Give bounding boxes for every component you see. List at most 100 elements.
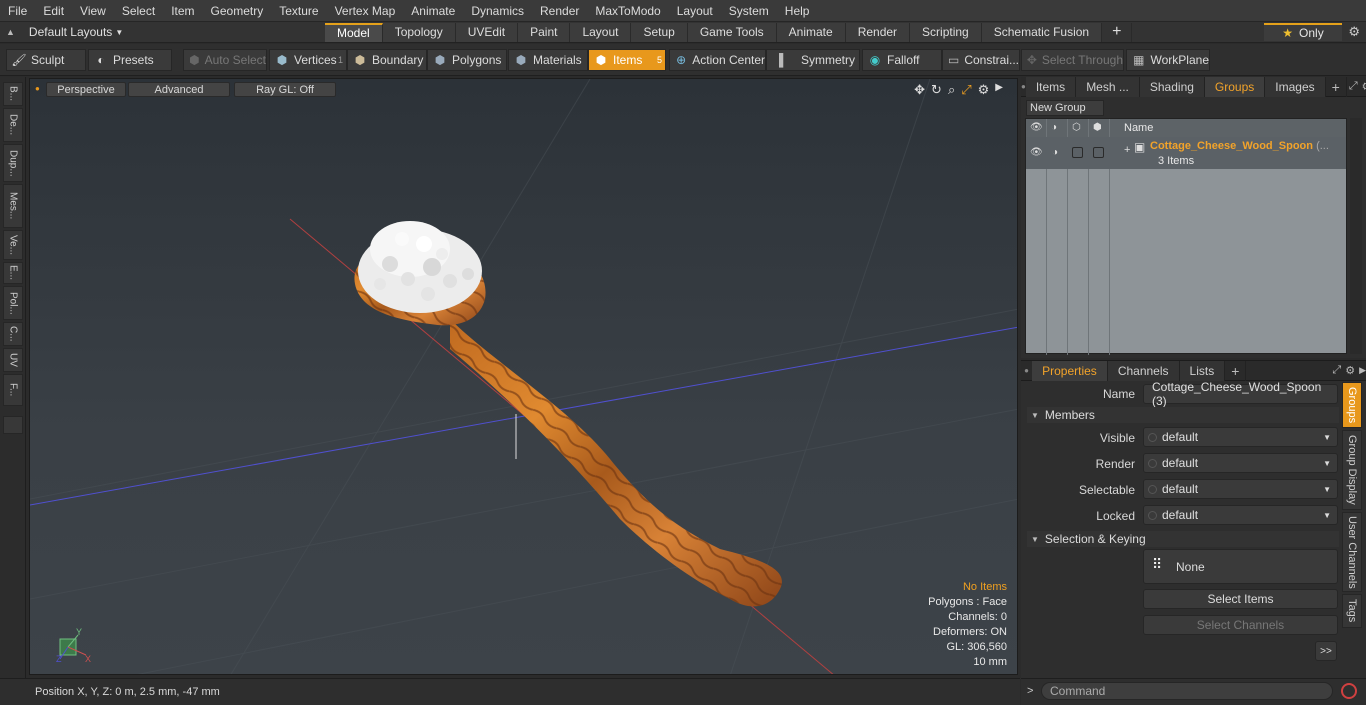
menu-item[interactable]: Item xyxy=(163,4,202,18)
items-button[interactable]: ⬢ Items 5 xyxy=(588,49,666,71)
move-view-icon[interactable]: ✥ xyxy=(914,82,925,98)
tab-properties[interactable]: Properties xyxy=(1032,360,1108,381)
tab-setup[interactable]: Setup xyxy=(631,22,688,42)
tab-scripting[interactable]: Scripting xyxy=(910,22,982,42)
select-items-button[interactable]: Select Items xyxy=(1143,589,1338,609)
menu-texture[interactable]: Texture xyxy=(271,4,326,18)
presets-button[interactable]: ◐ Presets xyxy=(88,49,172,71)
left-tab-polygon[interactable]: Pol... xyxy=(3,286,23,320)
tab-images[interactable]: Images xyxy=(1265,76,1326,97)
add-tab-icon[interactable]: + xyxy=(1102,22,1133,42)
panel-gear-icon[interactable]: ⚙ xyxy=(1345,364,1355,377)
left-tab-vertex[interactable]: Ve... xyxy=(3,230,23,260)
panel-dot-icon[interactable]: ● xyxy=(1021,366,1032,375)
menu-geometry[interactable]: Geometry xyxy=(203,4,272,18)
row-eye-icon[interactable]: 👁 xyxy=(1030,147,1043,158)
tab-items[interactable]: Items xyxy=(1025,76,1077,97)
menu-select[interactable]: Select xyxy=(114,4,163,18)
left-tab-mesh[interactable]: Mes... xyxy=(3,184,23,228)
tab-groups[interactable]: Groups xyxy=(1204,76,1266,97)
only-button[interactable]: ★ Only xyxy=(1264,23,1342,41)
tab-model[interactable]: Model xyxy=(325,22,383,42)
tab-uvedit[interactable]: UVEdit xyxy=(455,22,519,42)
rotate-view-icon[interactable]: ↻ xyxy=(931,82,942,98)
collapse-up-icon[interactable]: ▲ xyxy=(6,27,15,37)
side-tab-user-channels[interactable]: User Channels xyxy=(1342,512,1362,592)
locked-dropdown[interactable]: default ▼ xyxy=(1143,505,1338,525)
tab-paint[interactable]: Paint xyxy=(518,22,571,42)
tab-game-tools[interactable]: Game Tools xyxy=(687,22,777,42)
none-selection-button[interactable]: ⠿ None xyxy=(1143,549,1338,584)
zoom-view-icon[interactable]: ⌕ xyxy=(948,82,955,98)
layout-selector[interactable]: ▲ Default Layouts ▼ xyxy=(0,25,325,39)
more-button[interactable]: >> xyxy=(1315,641,1337,661)
3d-viewport[interactable]: Y X Z ● Perspective Advanced Ray GL: Off… xyxy=(29,78,1018,675)
row-render-icon[interactable]: ◑ xyxy=(1052,147,1058,158)
visibility-eye-icon[interactable]: 👁 xyxy=(1030,122,1043,133)
raygl-button[interactable]: Ray GL: Off xyxy=(234,82,336,97)
tab-channels[interactable]: Channels xyxy=(1107,360,1180,381)
falloff-button[interactable]: ◉ Falloff xyxy=(862,49,942,71)
new-group-button[interactable]: New Group xyxy=(1026,100,1104,116)
auto-select-button[interactable]: ⬢ Auto Select xyxy=(183,49,267,71)
materials-button[interactable]: ⬢ Materials xyxy=(508,49,588,71)
vertices-button[interactable]: ⬢ Vertices 1 xyxy=(269,49,347,71)
menu-layout[interactable]: Layout xyxy=(669,4,721,18)
render-icon[interactable]: ◑ xyxy=(1051,122,1057,133)
action-center-button[interactable]: ⊕ Action Center xyxy=(669,49,766,71)
name-field[interactable]: Cottage_Cheese_Wood_Spoon (3) xyxy=(1143,380,1338,408)
panel-expand-icon[interactable]: ⤢ xyxy=(1332,364,1341,377)
tab-render[interactable]: Render xyxy=(845,22,911,42)
sculpt-button[interactable]: 🖌 Sculpt xyxy=(6,49,86,71)
tab-shading[interactable]: Shading xyxy=(1139,76,1205,97)
viewport-gear-icon[interactable]: ⚙ xyxy=(978,82,990,98)
menu-dynamics[interactable]: Dynamics xyxy=(463,4,532,18)
left-tab-duplicate[interactable]: Dup... xyxy=(3,144,23,182)
side-tab-group-display[interactable]: Group Display xyxy=(1342,430,1362,510)
fit-view-icon[interactable]: ⤢ xyxy=(961,82,971,98)
viewport-dot-icon[interactable]: ● xyxy=(35,84,40,93)
side-tab-tags[interactable]: Tags xyxy=(1342,594,1362,628)
left-tab-uv[interactable]: UV xyxy=(3,348,23,372)
menu-animate[interactable]: Animate xyxy=(403,4,463,18)
tab-lists[interactable]: Lists xyxy=(1179,360,1226,381)
panel-gear-icon[interactable]: ⚙ xyxy=(1362,80,1366,93)
list-scrollbar[interactable] xyxy=(1350,118,1362,354)
command-input[interactable]: Command xyxy=(1041,682,1333,700)
select-icon[interactable]: ⬢ xyxy=(1093,122,1102,133)
left-tab-fusion[interactable]: F... xyxy=(3,374,23,406)
record-icon[interactable] xyxy=(1341,683,1357,699)
view-mode-button[interactable]: Perspective xyxy=(46,82,126,97)
tab-schematic-fusion[interactable]: Schematic Fusion xyxy=(981,22,1103,42)
panel-arrow-icon[interactable]: ▶ xyxy=(1359,365,1366,376)
add-tab-icon[interactable]: + xyxy=(1326,76,1347,97)
render-dropdown[interactable]: default ▼ xyxy=(1143,453,1338,473)
viewport-menu-arrow-icon[interactable]: ▶ xyxy=(995,82,1003,98)
symmetry-button[interactable]: ▐ Symmetry xyxy=(766,49,860,71)
gear-icon[interactable]: ⚙ xyxy=(1348,24,1360,40)
expand-plus-icon[interactable]: + xyxy=(1124,144,1130,156)
group-row[interactable]: 👁 ◑ + ▣ Cottage_Cheese_Wood_Spoon (... 3… xyxy=(1026,137,1346,169)
left-tab-deform[interactable]: De... xyxy=(3,108,23,142)
row-select-checkbox[interactable] xyxy=(1093,147,1104,158)
panel-expand-icon[interactable]: ⤢ xyxy=(1349,80,1358,93)
menu-maxtomodo[interactable]: MaxToModo xyxy=(587,4,668,18)
tab-mesh[interactable]: Mesh ... xyxy=(1076,76,1140,97)
boundary-button[interactable]: ⬢ Boundary xyxy=(347,49,427,71)
tab-layout[interactable]: Layout xyxy=(570,22,632,42)
shading-mode-button[interactable]: Advanced xyxy=(128,82,230,97)
select-through-button[interactable]: ✥ Select Through xyxy=(1021,49,1124,71)
polygons-button[interactable]: ⬢ Polygons xyxy=(427,49,507,71)
menu-view[interactable]: View xyxy=(72,4,114,18)
selection-keying-section[interactable]: ▼ Selection & Keying xyxy=(1027,531,1339,547)
tab-animate[interactable]: Animate xyxy=(776,22,846,42)
menu-render[interactable]: Render xyxy=(532,4,587,18)
selectable-dropdown[interactable]: default ▼ xyxy=(1143,479,1338,499)
add-tab-icon[interactable]: + xyxy=(1225,360,1247,381)
constraints-button[interactable]: ▭ Constrai... xyxy=(942,49,1020,71)
menu-help[interactable]: Help xyxy=(777,4,818,18)
visible-dropdown[interactable]: default ▼ xyxy=(1143,427,1338,447)
lock-icon[interactable]: ⬡ xyxy=(1072,122,1081,133)
left-tab-basic[interactable]: B... xyxy=(3,82,23,106)
select-channels-button[interactable]: Select Channels xyxy=(1143,615,1338,635)
